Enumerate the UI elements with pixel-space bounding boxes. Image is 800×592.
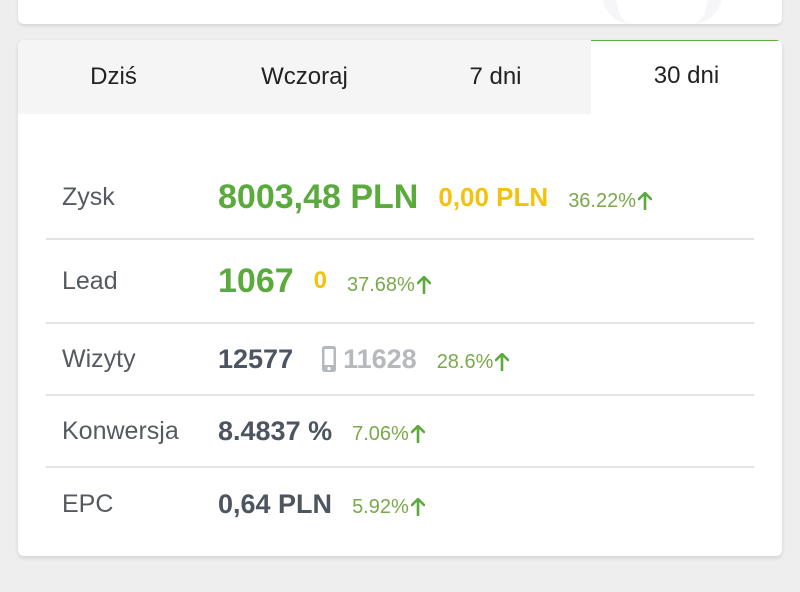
stat-row-visits: Wizyty 12577 11628 28.6% bbox=[46, 324, 754, 396]
profit-change-text: 36.22% bbox=[568, 189, 637, 212]
stat-row-epc: EPC 0,64 PLN 5.92% bbox=[46, 468, 754, 540]
profit-value: 8003,48 PLN bbox=[218, 177, 419, 216]
tab-30-days[interactable]: 30 dni bbox=[591, 40, 782, 114]
profit-label: Zysk bbox=[62, 182, 115, 211]
tab-yesterday-label: Wczoraj bbox=[261, 63, 348, 90]
stat-row-lead: Lead 1067 0 37.68% bbox=[46, 240, 754, 324]
visits-change: 28.6% bbox=[437, 351, 510, 374]
lead-value: 1067 bbox=[218, 261, 294, 300]
previous-card bbox=[18, 0, 782, 24]
lead-pending-value: 0 bbox=[313, 267, 327, 294]
lead-change-text: 37.68% bbox=[347, 273, 415, 296]
arrow-up-icon bbox=[410, 498, 425, 516]
tab-7-days-label: 7 dni bbox=[469, 63, 522, 90]
arrow-up-icon bbox=[416, 276, 431, 294]
period-tabs: Dziś Wczoraj 7 dni 30 dni bbox=[18, 40, 782, 114]
epc-change-text: 5.92% bbox=[352, 495, 409, 518]
visits-mobile-value: 11628 bbox=[343, 343, 417, 374]
arrow-up-icon bbox=[638, 192, 653, 210]
lead-change: 37.68% bbox=[347, 274, 431, 297]
epc-label: EPC bbox=[62, 489, 114, 518]
conversion-change-text: 7.06% bbox=[352, 422, 409, 445]
stat-row-profit: Zysk 8003,48 PLN 0,00 PLN 36.22% bbox=[46, 156, 754, 240]
decoration bbox=[602, 0, 722, 24]
profit-pending-value: 0,00 PLN bbox=[438, 181, 549, 212]
arrow-up-icon bbox=[495, 353, 510, 371]
tab-30-days-label: 30 dni bbox=[653, 62, 720, 89]
conversion-label: Konwersja bbox=[62, 416, 179, 445]
conversion-value: 8.4837 % bbox=[218, 415, 333, 446]
lead-label: Lead bbox=[62, 266, 118, 295]
epc-value: 0,64 PLN bbox=[218, 488, 333, 519]
visits-value: 12577 bbox=[218, 343, 294, 374]
stats-list: Zysk 8003,48 PLN 0,00 PLN 36.22% Lead 10… bbox=[18, 114, 782, 540]
tab-today[interactable]: Dziś bbox=[18, 40, 209, 114]
visits-change-text: 28.6% bbox=[436, 350, 494, 373]
epc-change: 5.92% bbox=[352, 496, 425, 519]
conversion-change: 7.06% bbox=[352, 423, 425, 446]
tab-7-days[interactable]: 7 dni bbox=[400, 40, 591, 114]
arrow-up-icon bbox=[410, 425, 425, 443]
tab-yesterday[interactable]: Wczoraj bbox=[209, 40, 400, 114]
tab-today-label: Dziś bbox=[90, 63, 137, 90]
visits-label: Wizyty bbox=[62, 344, 136, 373]
profit-change: 36.22% bbox=[568, 189, 653, 213]
stats-card: Dziś Wczoraj 7 dni 30 dni Zysk 8003,48 P… bbox=[18, 40, 782, 556]
phone-icon bbox=[322, 346, 337, 372]
stat-row-conversion: Konwersja 8.4837 % 7.06% bbox=[46, 396, 754, 468]
